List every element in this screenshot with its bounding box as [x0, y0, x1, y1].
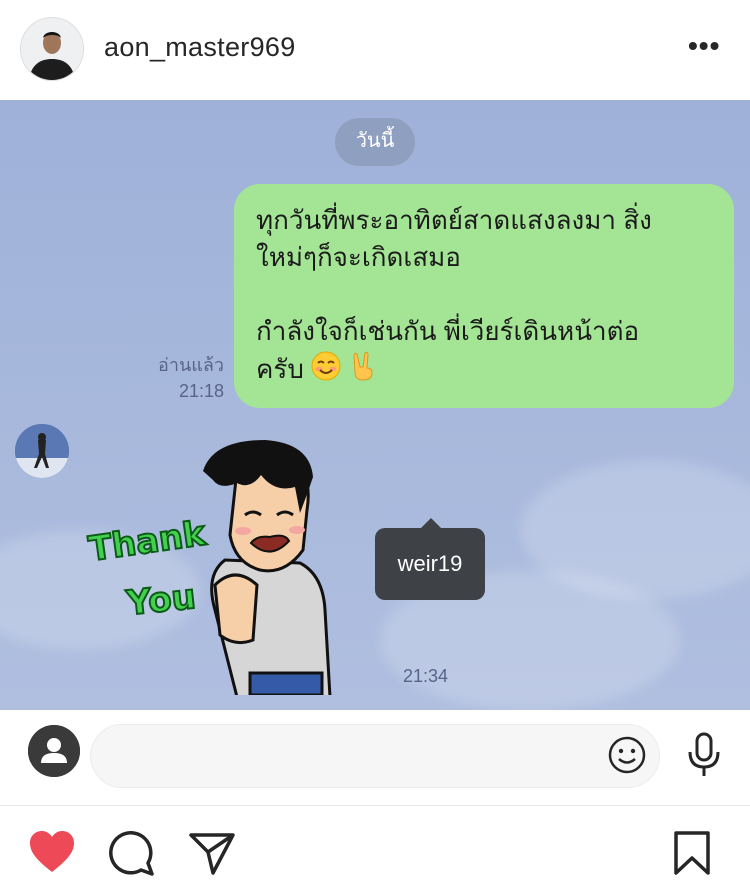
- thank-you-sticker[interactable]: Thank You: [85, 435, 345, 699]
- bookmark-save-icon[interactable]: [672, 830, 712, 881]
- message-input[interactable]: [90, 724, 660, 788]
- more-options-icon[interactable]: •••: [688, 32, 728, 60]
- profile-avatar[interactable]: [20, 17, 84, 81]
- post-action-bar: [0, 806, 750, 879]
- message-bubble: ทุกวันที่พระอาทิตย์สาดแสงลงมา สิ่ง ใหม่ๆ…: [234, 184, 734, 408]
- user-avatar-icon[interactable]: [28, 725, 80, 777]
- message-line: ทุกวันที่พระอาทิตย์สาดแสงลงมา สิ่ง: [256, 205, 652, 235]
- emoji-picker-icon[interactable]: [606, 734, 648, 776]
- read-label: อ่านแล้ว: [158, 355, 224, 375]
- sticker-text: You: [124, 577, 198, 624]
- user-tag-tooltip[interactable]: weir19: [375, 518, 485, 600]
- message-line: กำลังใจก็เช่นกัน พี่เวียร์เดินหน้าต่อ: [256, 316, 640, 346]
- message-composer: [0, 710, 750, 805]
- microphone-icon[interactable]: [684, 730, 724, 780]
- share-send-icon[interactable]: [188, 830, 236, 881]
- victory-hand-emoji-icon: [348, 350, 378, 392]
- comment-icon[interactable]: [108, 830, 154, 881]
- message-time: 21:18: [178, 381, 224, 401]
- username[interactable]: aon_master969: [104, 32, 296, 63]
- sticker-time: 21:34: [403, 666, 449, 686]
- date-separator: วันนี้: [335, 118, 415, 166]
- message-line-last: ครับ: [256, 350, 712, 392]
- like-heart-icon[interactable]: [28, 830, 76, 879]
- sticker-text: Thank: [86, 514, 209, 570]
- post-image-chat: วันนี้ ทุกวันที่พระอาทิตย์สาดแสงลงมา สิ่…: [0, 100, 750, 710]
- smiling-face-emoji-icon: [311, 351, 341, 391]
- friend-avatar[interactable]: [15, 424, 69, 478]
- read-receipt: อ่านแล้ว 21:18: [158, 352, 224, 404]
- message-text: ครับ: [256, 353, 304, 384]
- message-line: ใหม่ๆก็จะเกิดเสมอ: [256, 242, 461, 272]
- post-header: aon_master969 •••: [0, 0, 750, 100]
